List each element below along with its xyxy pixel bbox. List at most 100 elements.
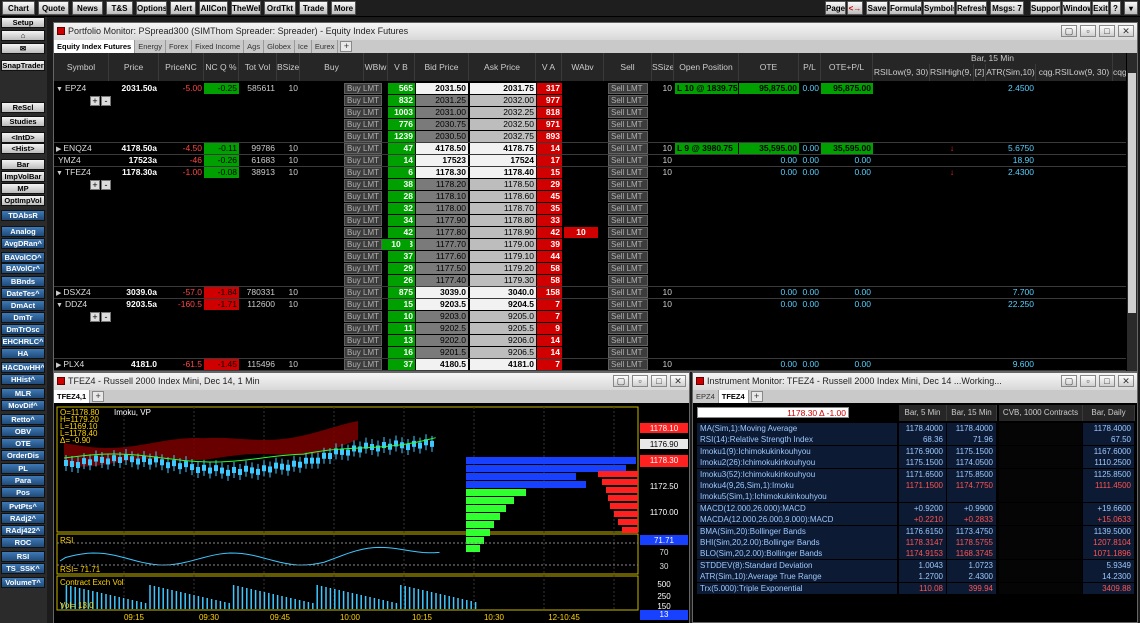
sidebar-rescl-button[interactable]: ReScl (1, 102, 45, 113)
sidebar-rsi-button[interactable]: RSI (1, 551, 45, 562)
col-header-bar-daily[interactable]: Bar, Daily (1083, 405, 1135, 421)
tab-eurex[interactable]: Eurex (312, 40, 339, 53)
buy-lmt-button[interactable]: Buy LMT (344, 155, 382, 166)
toolbar-chart-button[interactable]: Chart (2, 1, 35, 15)
buy-lmt-button[interactable]: Buy LMT (344, 95, 382, 106)
toolbar-allcon-button[interactable]: AllCon (199, 1, 228, 15)
sidebar-avgdran-button[interactable]: AvgDRan^ (1, 238, 45, 249)
buy-lmt-button[interactable]: Buy LMT (344, 143, 382, 154)
expand-toggle-icon[interactable]: ▼ (56, 302, 63, 309)
toolbar-trade-button[interactable]: Trade (299, 1, 328, 15)
toolbar-more-button[interactable]: More (331, 1, 356, 15)
sidebar-roc-button[interactable]: ROC (1, 537, 45, 548)
col-header-v-a[interactable]: V A (536, 53, 562, 81)
col-header-p-l[interactable]: P/L (799, 53, 821, 81)
buy-lmt-button[interactable]: Buy LMT (344, 227, 382, 238)
sidebar-pl-button[interactable]: PL (1, 463, 45, 474)
close-button[interactable]: ✕ (670, 375, 686, 387)
toolbar-page-button[interactable]: Page (825, 1, 846, 15)
sell-lmt-button[interactable]: Sell LMT (608, 215, 648, 226)
sidebar-hist-button[interactable]: <Hist> (1, 143, 45, 154)
buy-lmt-button[interactable]: Buy LMT (344, 239, 382, 250)
sidebar-bavolco-button[interactable]: BAVolCO^ (1, 252, 45, 263)
sidebar--button[interactable]: ⌂ (1, 30, 45, 41)
sidebar-obv-button[interactable]: OBV (1, 426, 45, 437)
sell-lmt-button[interactable]: Sell LMT (608, 239, 648, 250)
symbol-enqz4[interactable]: ▶ ENQZ4 (54, 143, 109, 154)
col-header-count[interactable]: [2] (974, 64, 986, 81)
sell-lmt-button[interactable]: Sell LMT (608, 275, 648, 286)
buy-lmt-button[interactable]: Buy LMT (344, 179, 382, 190)
sidebar-hhist-button[interactable]: HHist^ (1, 374, 45, 385)
sell-lmt-button[interactable]: Sell LMT (608, 203, 648, 214)
tab-epz4[interactable]: EPZ4 (693, 390, 719, 403)
buy-lmt-button[interactable]: Buy LMT (344, 275, 382, 286)
sidebar-para-button[interactable]: Para (1, 475, 45, 486)
buy-lmt-button[interactable]: Buy LMT (344, 263, 382, 274)
col-header-cvb-1000[interactable]: CVB, 1000 Contracts (999, 405, 1083, 421)
add-tab-button[interactable]: + (340, 41, 353, 53)
sell-lmt-button[interactable]: Sell LMT (608, 227, 648, 238)
sidebar-orderdis-button[interactable]: OrderDis (1, 450, 45, 461)
sidebar-datetes-button[interactable]: DateTes^ (1, 288, 45, 299)
col-header-cqg-rsihi[interactable]: cqg.RSIHi (1113, 64, 1126, 81)
restore-button[interactable]: ▫ (1080, 375, 1096, 387)
add-tab-button[interactable]: + (92, 391, 105, 403)
collapse-minus-button[interactable]: - (101, 312, 111, 322)
col-header-v-b[interactable]: V B (388, 53, 415, 81)
col-header-buy[interactable]: Buy (300, 53, 364, 81)
sidebar-analog-button[interactable]: Analog (1, 226, 45, 237)
tab-globex[interactable]: Globex (264, 40, 295, 53)
toolbar-ts-button[interactable]: T&S (106, 1, 133, 15)
collapse-plus-button[interactable]: + (90, 96, 100, 106)
sidebar-ote-button[interactable]: OTE (1, 438, 45, 449)
collapse-plus-button[interactable]: + (90, 180, 100, 190)
sidebar-ehchrlc-button[interactable]: EHCHRLC^ (1, 336, 45, 347)
tab-energy[interactable]: Energy (135, 40, 166, 53)
col-header-wabv[interactable]: WAbv (562, 53, 604, 81)
col-header-tot-vol[interactable]: Tot Vol (239, 53, 277, 81)
buy-lmt-button[interactable]: Buy LMT (344, 287, 382, 298)
symbol-tfez4[interactable]: ▼ TFEZ4 (54, 167, 109, 178)
sell-lmt-button[interactable]: Sell LMT (608, 143, 648, 154)
sell-lmt-button[interactable]: Sell LMT (608, 251, 648, 262)
collapse-minus-button[interactable]: - (101, 180, 111, 190)
col-header-price[interactable]: Price (109, 53, 159, 81)
sidebar-bavolcr-button[interactable]: BAVolCr^ (1, 263, 45, 274)
col-header-bsize[interactable]: BSize (277, 53, 300, 81)
col-header-rsihigh[interactable]: RSIHigh(9, 60) (930, 64, 974, 81)
tab-tfez4[interactable]: TFEZ4 (718, 390, 749, 403)
buy-lmt-button[interactable]: Buy LMT (344, 203, 382, 214)
toolbar-settings-button[interactable]: ▾ (1124, 1, 1138, 15)
col-header-ote-p-l[interactable]: OTE+P/L (821, 53, 873, 81)
layout-button[interactable]: ▢ (613, 375, 629, 387)
add-tab-button[interactable]: + (750, 391, 763, 403)
buy-lmt-button[interactable]: Buy LMT (344, 335, 382, 346)
working-sell-order[interactable]: 10 (564, 227, 598, 238)
sell-lmt-button[interactable]: Sell LMT (608, 107, 648, 118)
col-header-cqg-rsilow[interactable]: cqg.RSILow(9, 30) (1036, 64, 1113, 81)
sidebar-retto-button[interactable]: Retto^ (1, 414, 45, 425)
sidebar-volumet-button[interactable]: VolumeT^ (1, 577, 45, 588)
sell-lmt-button[interactable]: Sell LMT (608, 155, 648, 166)
layout-button[interactable]: ▢ (1061, 25, 1077, 37)
sell-lmt-button[interactable]: Sell LMT (608, 311, 648, 322)
collapse-minus-button[interactable]: - (101, 96, 111, 106)
toolbar-page-arrows-button[interactable]: <→ (847, 1, 863, 15)
sell-lmt-button[interactable]: Sell LMT (608, 323, 648, 334)
toolbar-msgs-button[interactable]: Msgs: 7 (990, 1, 1024, 15)
toolbar-help-button[interactable]: ? (1110, 1, 1121, 15)
col-header-sell[interactable]: Sell (604, 53, 652, 81)
tab-tfez4-1[interactable]: TFEZ4,1 (54, 390, 91, 403)
toolbar-window-button[interactable]: Window (1062, 1, 1091, 15)
tab-ice[interactable]: Ice (295, 40, 312, 53)
symbol-epz4[interactable]: ▼ EPZ4 (54, 83, 109, 94)
restore-button[interactable]: ▫ (1080, 25, 1096, 37)
sell-lmt-button[interactable]: Sell LMT (608, 263, 648, 274)
sell-lmt-button[interactable]: Sell LMT (608, 347, 648, 358)
collapse-plus-button[interactable]: + (90, 312, 100, 322)
sell-lmt-button[interactable]: Sell LMT (608, 179, 648, 190)
sell-lmt-button[interactable]: Sell LMT (608, 287, 648, 298)
col-header-rsilow[interactable]: RSILow(9, 30) (873, 64, 930, 81)
col-header-wblw[interactable]: WBlw (364, 53, 388, 81)
